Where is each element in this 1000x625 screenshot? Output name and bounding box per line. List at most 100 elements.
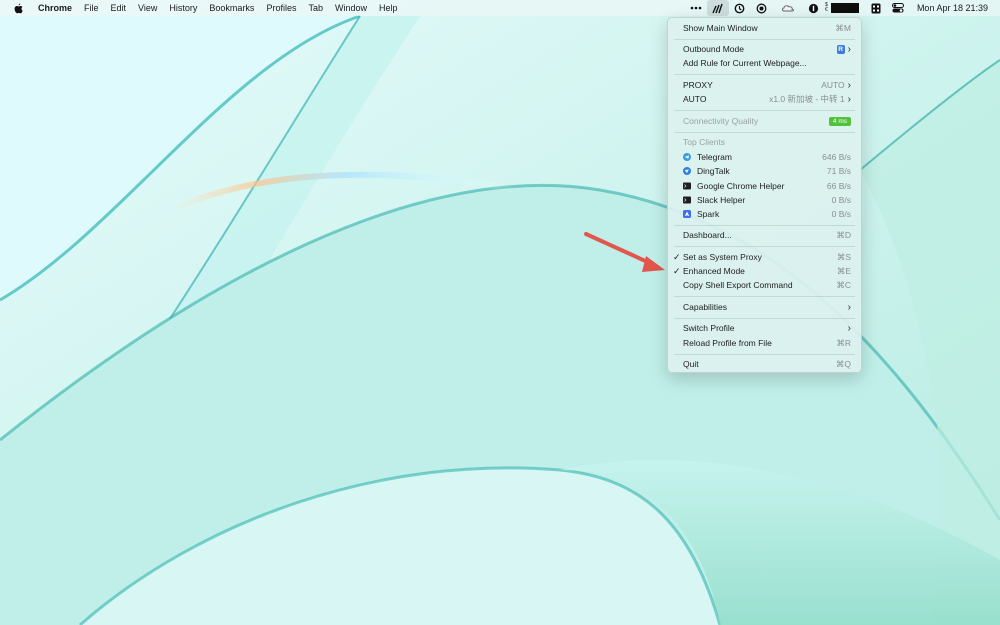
- menu-item-set-system-proxy[interactable]: ✓ Set as System Proxy ⌘S: [668, 250, 861, 264]
- chevron-right-icon: ›: [847, 44, 851, 55]
- copy-shell-shortcut: ⌘C: [836, 280, 851, 290]
- chevron-right-icon: ›: [847, 94, 851, 105]
- enhanced-mode-label: Enhanced Mode: [683, 266, 745, 276]
- auto-label: AUTO: [683, 94, 707, 104]
- client-name: Telegram: [697, 152, 732, 162]
- menu-separator: [674, 318, 855, 319]
- set-system-proxy-shortcut: ⌘S: [836, 252, 851, 262]
- client-name: Google Chrome Helper: [697, 181, 785, 191]
- menu-separator: [674, 110, 855, 111]
- apple-icon[interactable]: [10, 3, 26, 14]
- menu-item-dashboard[interactable]: Dashboard... ⌘D: [668, 228, 861, 242]
- menu-bar: Chrome File Edit View History Bookmarks …: [0, 0, 1000, 16]
- menu-separator: [674, 74, 855, 75]
- calculator-icon[interactable]: [865, 0, 887, 16]
- record-icon[interactable]: [751, 0, 773, 16]
- outbound-mode-value: R ›: [836, 42, 851, 57]
- spark-icon: [683, 210, 691, 218]
- quit-label: Quit: [683, 359, 699, 369]
- desktop: Chrome File Edit View History Bookmarks …: [0, 0, 1000, 625]
- connectivity-quality-value: 4 ms: [828, 114, 851, 128]
- latency-badge: 4 ms: [828, 117, 851, 127]
- menu-item-add-rule[interactable]: Add Rule for Current Webpage...: [668, 56, 861, 70]
- checkmark-icon: ✓: [673, 266, 681, 276]
- menubar-bookmarks[interactable]: Bookmarks: [203, 0, 260, 16]
- control-center-icon[interactable]: [887, 0, 909, 16]
- timer-icon[interactable]: [729, 0, 751, 16]
- client-speed: 646 B/s: [822, 152, 851, 162]
- client-speed: 71 B/s: [826, 166, 851, 176]
- menu-item-enhanced-mode[interactable]: ✓ Enhanced Mode ⌘E: [668, 264, 861, 278]
- connectivity-quality-label: Connectivity Quality: [683, 116, 759, 126]
- more-icon[interactable]: [685, 0, 707, 16]
- menubar-app-name[interactable]: Chrome: [32, 0, 78, 16]
- menu-item-copy-shell-export[interactable]: Copy Shell Export Command ⌘C: [668, 278, 861, 292]
- menu-separator: [674, 246, 855, 247]
- terminal-icon: [683, 196, 691, 204]
- capabilities-label: Capabilities: [683, 302, 727, 312]
- client-row-dingtalk[interactable]: DingTalk 71 B/s: [668, 164, 861, 178]
- enhanced-mode-shortcut: ⌘E: [836, 266, 851, 276]
- checkmark-icon: ✓: [673, 252, 681, 262]
- dingtalk-icon: [683, 167, 691, 175]
- menu-separator: [674, 39, 855, 40]
- client-speed: 0 B/s: [831, 195, 851, 205]
- menu-item-auto[interactable]: AUTO x1.0 新加坡 - 中转 1 ›: [668, 92, 861, 106]
- surge-icon[interactable]: [706, 0, 729, 16]
- client-name: Spark: [697, 209, 720, 219]
- set-system-proxy-label: Set as System Proxy: [683, 252, 762, 262]
- top-clients-header: Top Clients: [668, 135, 861, 149]
- cloud-icon[interactable]: [773, 0, 803, 16]
- dashboard-shortcut: ⌘D: [836, 230, 851, 240]
- client-row-chrome-helper[interactable]: Google Chrome Helper 66 B/s: [668, 179, 861, 193]
- outbound-mode-label: Outbound Mode: [683, 44, 744, 54]
- reload-profile-label: Reload Profile from File: [683, 338, 772, 348]
- menu-separator: [674, 225, 855, 226]
- client-speed: 66 B/s: [826, 181, 851, 191]
- surge-dropdown-menu: Show Main Window ⌘M Outbound Mode R › Add…: [667, 17, 862, 373]
- menubar-history[interactable]: History: [163, 0, 203, 16]
- client-speed: 0 B/s: [831, 209, 851, 219]
- menu-item-proxy[interactable]: PROXY AUTO ›: [668, 78, 861, 92]
- menubar-view[interactable]: View: [132, 0, 163, 16]
- quit-shortcut: ⌘Q: [835, 359, 851, 369]
- client-name: Slack Helper: [697, 195, 746, 205]
- telegram-icon: [683, 153, 691, 161]
- chevron-right-icon: ›: [847, 323, 851, 334]
- menubar-profiles[interactable]: Profiles: [260, 0, 302, 16]
- reload-profile-shortcut: ⌘R: [836, 338, 851, 348]
- menu-item-show-main-window[interactable]: Show Main Window ⌘M: [668, 21, 861, 35]
- client-row-telegram[interactable]: Telegram 646 B/s: [668, 150, 861, 164]
- proxy-label: PROXY: [683, 80, 713, 90]
- copy-shell-label: Copy Shell Export Command: [683, 280, 793, 290]
- client-name: DingTalk: [697, 166, 730, 176]
- menu-item-quit[interactable]: Quit ⌘Q: [668, 357, 861, 371]
- menubar-tab[interactable]: Tab: [302, 0, 329, 16]
- client-row-slack-helper[interactable]: Slack Helper 0 B/s: [668, 193, 861, 207]
- proxy-value: AUTO ›: [821, 78, 851, 93]
- switch-profile-label: Switch Profile: [683, 323, 735, 333]
- menubar-help[interactable]: Help: [373, 0, 404, 16]
- rule-mode-badge: R: [836, 45, 845, 55]
- menu-separator: [674, 354, 855, 355]
- menubar-window[interactable]: Window: [329, 0, 373, 16]
- client-row-spark[interactable]: Spark 0 B/s: [668, 207, 861, 221]
- terminal-icon: [683, 182, 691, 190]
- menu-item-switch-profile[interactable]: Switch Profile ›: [668, 321, 861, 335]
- menu-item-reload-profile[interactable]: Reload Profile from File ⌘R: [668, 336, 861, 350]
- menubar-file[interactable]: File: [78, 0, 105, 16]
- menu-item-outbound-mode[interactable]: Outbound Mode R ›: [668, 42, 861, 56]
- menubar-edit[interactable]: Edit: [105, 0, 133, 16]
- chevron-right-icon: ›: [847, 302, 851, 313]
- top-clients-label: Top Clients: [683, 137, 726, 147]
- capabilities-chevron: ›: [845, 300, 851, 315]
- switch-profile-chevron: ›: [845, 321, 851, 336]
- battery-icon[interactable]: $ €: [825, 0, 865, 16]
- menubar-clock[interactable]: Mon Apr 18 21:39: [909, 0, 1000, 16]
- menu-item-capabilities[interactable]: Capabilities ›: [668, 300, 861, 314]
- menu-separator: [674, 132, 855, 133]
- show-main-window-label: Show Main Window: [683, 23, 758, 33]
- dashboard-label: Dashboard...: [683, 230, 732, 240]
- onepassword-icon[interactable]: [803, 0, 825, 16]
- proxy-value-text: AUTO: [821, 80, 845, 90]
